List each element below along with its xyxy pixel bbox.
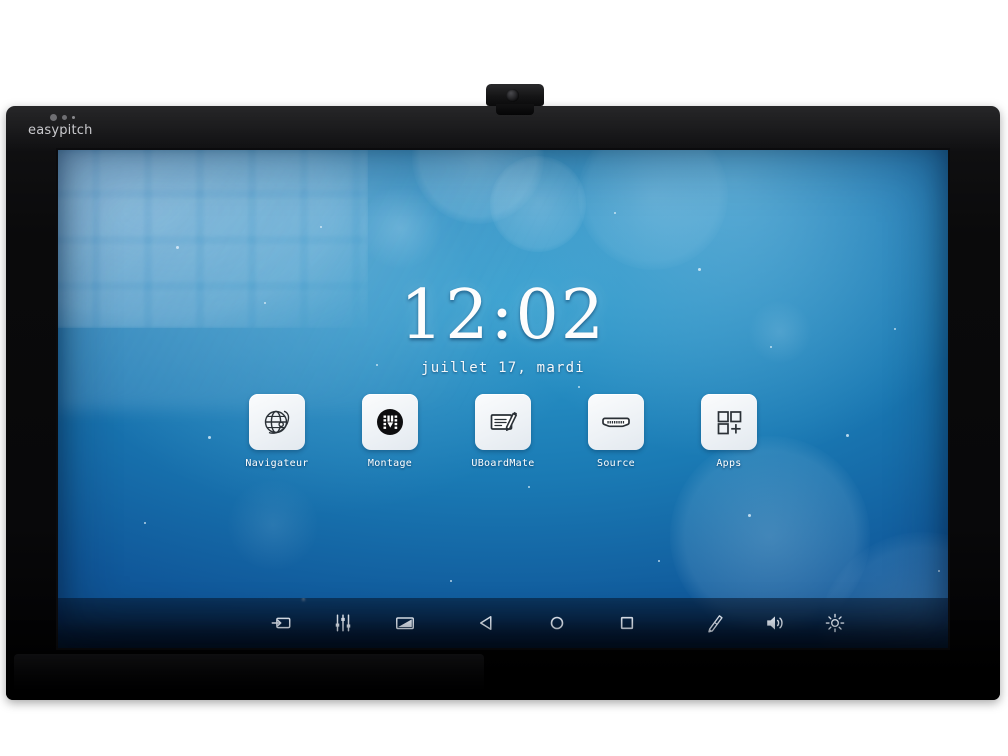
sysbar-left-group — [266, 608, 420, 638]
display-panel: 12:02 juillet 17, mardi Navigateur Monta… — [58, 150, 948, 648]
note-pen-icon — [486, 405, 520, 439]
app-shortcut-uboardmate[interactable]: UBoardMate — [462, 394, 545, 469]
app-label: Source — [597, 458, 635, 469]
app-label: UBoardMate — [471, 458, 535, 469]
app-shortcut-source[interactable]: Source — [575, 394, 658, 469]
webcam-mount-clip — [496, 104, 534, 115]
brand-name: easypitch — [28, 123, 93, 138]
brand-logo: easypitch — [28, 114, 93, 138]
back-triangle-icon[interactable] — [472, 608, 502, 638]
brand-dots-icon — [50, 114, 93, 121]
app-shortcut-navigateur[interactable]: Navigateur — [236, 394, 319, 469]
film-circle-icon — [373, 405, 407, 439]
app-grid-plus-icon — [712, 405, 746, 439]
app-tile[interactable] — [249, 394, 305, 450]
volume-speaker-icon[interactable] — [760, 608, 790, 638]
brightness-sun-icon[interactable] — [820, 608, 850, 638]
display-chassis: easypitch 12:02 juillet 17, mardi Naviga… — [6, 106, 1000, 700]
equalizer-sliders-icon[interactable] — [328, 608, 358, 638]
home-circle-icon[interactable] — [542, 608, 572, 638]
app-tile[interactable] — [362, 394, 418, 450]
app-label: Navigateur — [245, 458, 309, 469]
app-shortcut-apps[interactable]: Apps — [688, 394, 771, 469]
webcam — [482, 84, 548, 115]
clock-date: juillet 17, mardi — [421, 360, 585, 376]
hdmi-port-icon — [598, 405, 634, 439]
app-tile[interactable] — [588, 394, 644, 450]
app-shortcut-montage[interactable]: Montage — [349, 394, 432, 469]
sysbar-nav-group — [472, 608, 642, 638]
webcam-lens — [506, 89, 519, 102]
screenshot-stage: easypitch 12:02 juillet 17, mardi Naviga… — [0, 0, 1008, 756]
input-source-icon[interactable] — [266, 608, 296, 638]
app-tile[interactable] — [475, 394, 531, 450]
chassis-lip — [14, 654, 484, 696]
picture-mode-icon[interactable] — [390, 608, 420, 638]
system-navigation-bar — [58, 598, 948, 648]
globe-icon — [260, 405, 294, 439]
app-label: Montage — [367, 458, 413, 469]
clock-time: 12:02 — [400, 276, 606, 355]
app-tile[interactable] — [701, 394, 757, 450]
pencil-annotate-icon[interactable] — [700, 608, 730, 638]
clock-widget[interactable]: 12:02 juillet 17, mardi — [58, 276, 948, 377]
sysbar-right-group — [700, 608, 850, 638]
recents-square-icon[interactable] — [612, 608, 642, 638]
app-shortcuts-row: Navigateur Montage UBoardMate Source App… — [58, 394, 948, 469]
app-label: Apps — [716, 458, 742, 469]
